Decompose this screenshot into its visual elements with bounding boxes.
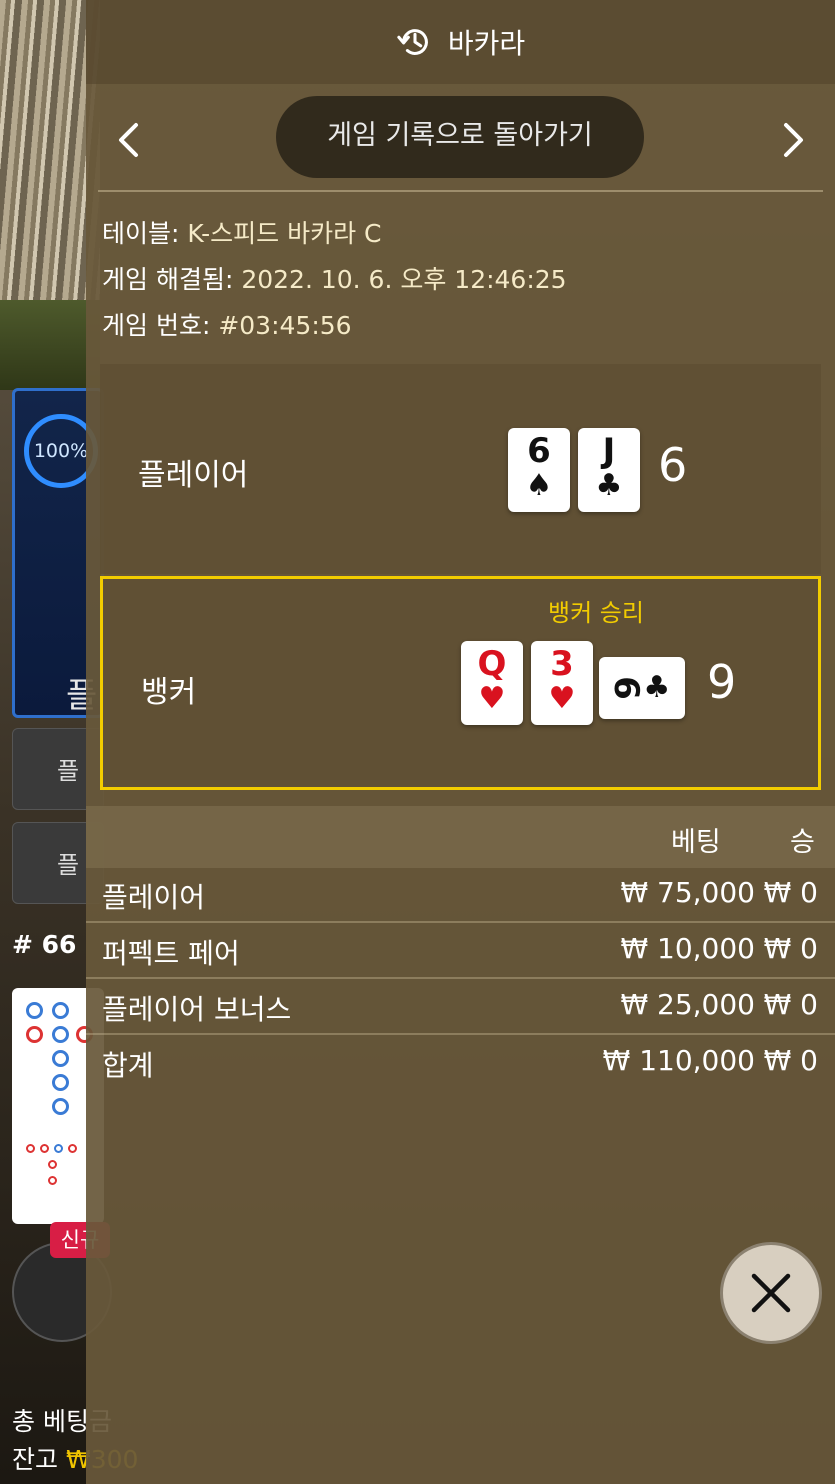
player-label: 플레이어 bbox=[138, 458, 249, 493]
game-number-value: #03:45:56 bbox=[218, 311, 352, 340]
history-icon bbox=[397, 29, 428, 55]
live-video-feed-lower bbox=[0, 300, 100, 390]
game-history-panel: 바카라 게임 기록으로 돌아가기 테이블: K-스피드 바카라 C 게임 해결됨… bbox=[86, 0, 835, 1484]
win-amount: ₩ 0 bbox=[763, 932, 818, 965]
win-amount: ₩ 0 bbox=[763, 988, 818, 1021]
card-rank: J bbox=[602, 431, 616, 471]
banker-card: 3 ♥ bbox=[531, 641, 593, 725]
table-row: 플레이어 ₩ 75,000 ₩ 0 bbox=[86, 868, 835, 923]
table-row: 플레이어 보너스 ₩ 25,000 ₩ 0 bbox=[86, 980, 835, 1035]
bets-table-header: 베팅 승 bbox=[86, 806, 835, 868]
panel-header: 바카라 bbox=[86, 0, 835, 84]
resolved-info: 게임 해결됨: 2022. 10. 6. 오후 12:46:25 bbox=[102, 260, 567, 296]
card-rank: Q bbox=[477, 644, 507, 684]
close-icon bbox=[751, 1273, 791, 1313]
total-bet-amount: ₩ 110,000 bbox=[602, 1044, 755, 1077]
previous-game-button[interactable] bbox=[108, 120, 148, 160]
balance-label: 잔고 bbox=[12, 1445, 59, 1474]
resolved-value: 2022. 10. 6. 오후 12:46:25 bbox=[241, 265, 567, 294]
bet-amount: ₩ 25,000 bbox=[620, 988, 755, 1021]
total-row: 합계 ₩ 110,000 ₩ 0 bbox=[86, 1036, 835, 1091]
chevron-right-icon bbox=[784, 123, 803, 157]
table-info: 테이블: K-스피드 바카라 C bbox=[102, 214, 382, 250]
banker-score: 9 bbox=[707, 655, 737, 709]
banker-third-card: 6 ♣ bbox=[599, 657, 685, 719]
table-value: K-스피드 바카라 C bbox=[187, 219, 382, 248]
banker-win-label: 뱅커 승리 bbox=[548, 599, 644, 627]
player-card: J ♣ bbox=[578, 428, 640, 512]
banker-card: Q ♥ bbox=[461, 641, 523, 725]
close-button[interactable] bbox=[720, 1242, 822, 1344]
win-column-header: 승 bbox=[790, 827, 815, 858]
total-label: 합계 bbox=[102, 1049, 154, 1082]
game-number-label: 게임 번호: bbox=[102, 311, 219, 340]
bet-amount: ₩ 10,000 bbox=[620, 932, 755, 965]
bet-name: 퍼펙트 페어 bbox=[102, 937, 240, 970]
bet-name: 플레이어 bbox=[102, 881, 206, 914]
card-rank: 3 bbox=[550, 644, 574, 684]
spade-icon: ♠ bbox=[525, 468, 553, 503]
heart-icon: ♥ bbox=[548, 681, 576, 716]
heart-icon: ♥ bbox=[478, 681, 506, 716]
next-game-button[interactable] bbox=[774, 120, 814, 160]
card-rank: 6 bbox=[527, 431, 551, 471]
header-divider bbox=[98, 190, 823, 192]
bet-column-header: 베팅 bbox=[671, 827, 721, 858]
club-icon: ♣ bbox=[643, 670, 671, 705]
banker-result: 뱅커 승리 뱅커 Q ♥ 3 ♥ 6 ♣ 9 bbox=[100, 576, 821, 790]
chevron-left-icon bbox=[119, 123, 138, 157]
player-result: 플레이어 6 ♠ J ♣ 6 bbox=[100, 364, 821, 574]
table-row: 퍼펙트 페어 ₩ 10,000 ₩ 0 bbox=[86, 924, 835, 979]
club-icon: ♣ bbox=[595, 468, 623, 503]
bet-amount: ₩ 75,000 bbox=[620, 876, 755, 909]
game-number-info: 게임 번호: #03:45:56 bbox=[102, 306, 352, 342]
bet-name: 플레이어 보너스 bbox=[102, 993, 292, 1026]
total-win-amount: ₩ 0 bbox=[763, 1044, 818, 1077]
back-to-history-button[interactable]: 게임 기록으로 돌아가기 bbox=[276, 96, 644, 178]
card-rank: 6 bbox=[605, 676, 646, 700]
win-amount: ₩ 0 bbox=[763, 876, 818, 909]
table-label: 테이블: bbox=[102, 219, 188, 248]
player-score: 6 bbox=[658, 438, 688, 492]
banker-label: 뱅커 bbox=[141, 675, 197, 710]
player-card: 6 ♠ bbox=[508, 428, 570, 512]
resolved-label: 게임 해결됨: bbox=[102, 265, 242, 294]
round-number: # 66 bbox=[12, 930, 77, 959]
panel-title: 바카라 bbox=[447, 27, 526, 60]
